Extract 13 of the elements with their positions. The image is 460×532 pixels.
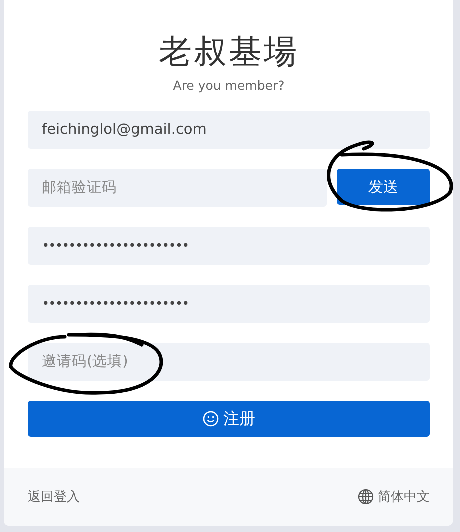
email-field[interactable]: feichinglol@gmail.com (28, 111, 430, 149)
send-button[interactable]: 发送 (337, 169, 430, 205)
register-button[interactable]: 注册 (28, 401, 430, 437)
subtitle: Are you member? (172, 78, 286, 93)
site-title: 老叔基場 (158, 31, 300, 73)
language-selector[interactable]: 简体中文 (358, 488, 430, 506)
smiley-icon (202, 411, 218, 427)
invite-code-field[interactable]: 邀请码(选填) (28, 343, 430, 381)
globe-icon (358, 489, 374, 505)
confirm-password-field[interactable]: •••••••••••••••••••••• (28, 285, 430, 323)
code-field[interactable]: 邮箱验证码 (28, 169, 327, 207)
password-field[interactable]: •••••••••••••••••••••• (28, 227, 430, 265)
back-to-login-link[interactable]: 返回登入 (28, 488, 80, 506)
